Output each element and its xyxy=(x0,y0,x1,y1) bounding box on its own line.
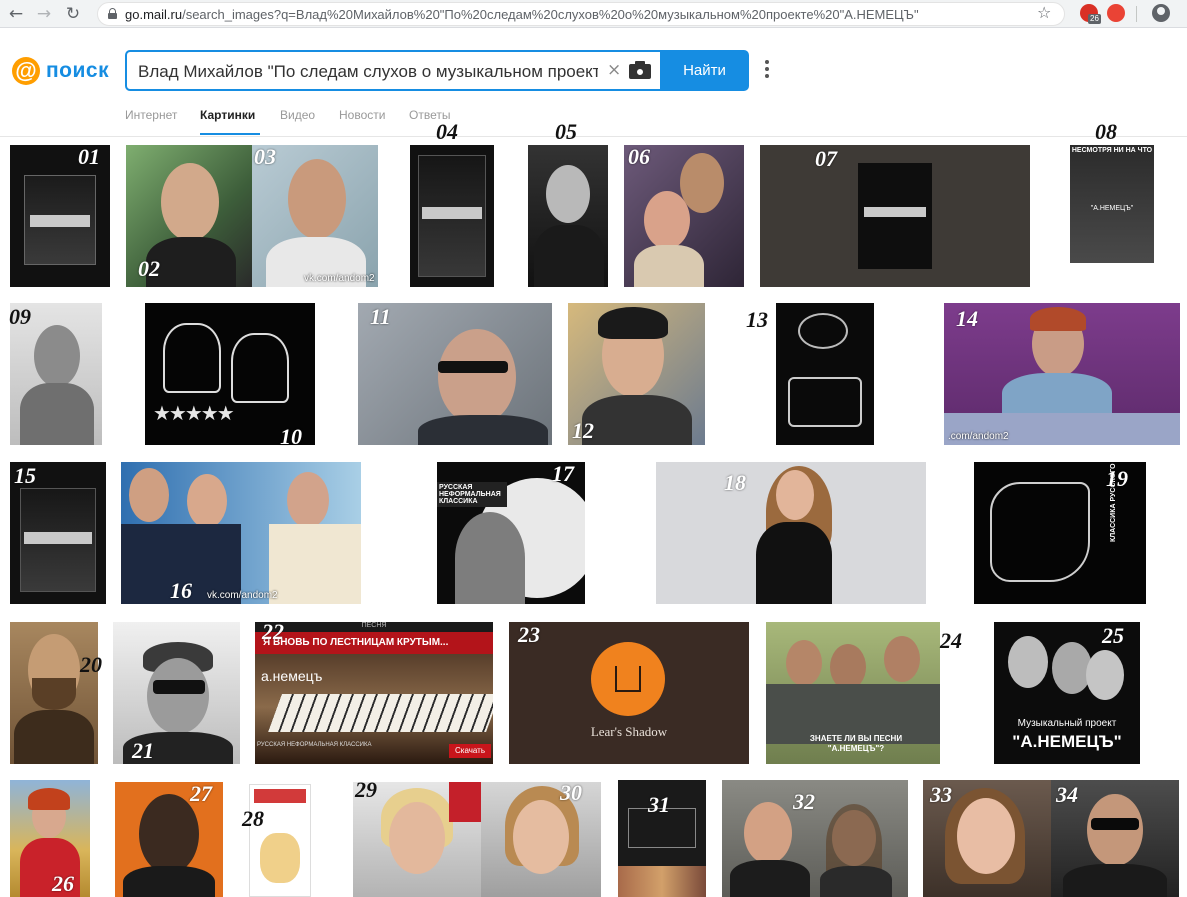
result-bottom-label: РУССКАЯ НЕФОРМАЛЬНАЯ КЛАССИКА xyxy=(257,742,372,748)
result-number: 28 xyxy=(242,806,264,831)
result-number: 32 xyxy=(793,789,815,814)
result-image-14[interactable]: .com/andom2 xyxy=(944,303,1180,445)
result-number: 03 xyxy=(254,144,276,169)
result-number: 26 xyxy=(52,871,74,896)
result-image-13[interactable] xyxy=(776,303,874,445)
result-top-label: ПЕСНЯ xyxy=(255,622,493,632)
result-image-24[interactable]: ЗНАЕТЕ ЛИ ВЫ ПЕСНИ "А.НЕМЕЦЪ"? xyxy=(766,622,940,764)
search-box: Влад Михайлов "По следам слухов о музыка… xyxy=(125,50,749,91)
result-image-07[interactable] xyxy=(760,145,1030,287)
logo-at-icon: @ xyxy=(12,57,40,85)
url-host: go.mail.ru xyxy=(125,7,183,22)
result-caption: Я ВНОВЬ ПО ЛЕСТНИЦАМ КРУТЫМ... xyxy=(255,632,493,654)
result-caption: Lear's Shadow xyxy=(590,724,668,739)
result-image-30[interactable] xyxy=(481,782,601,897)
result-caption: Музыкальный проект xyxy=(1017,718,1117,729)
result-image-04[interactable] xyxy=(410,145,494,287)
result-number: 06 xyxy=(628,144,650,169)
result-number: 33 xyxy=(930,782,952,807)
result-number: 29 xyxy=(355,777,377,802)
tab-images[interactable]: Картинки xyxy=(200,108,255,122)
lock-icon xyxy=(108,8,117,19)
result-subcaption: "А.НЕМЕЦЪ" xyxy=(1012,732,1122,751)
result-caption: ЗНАЕТЕ ЛИ ВЫ ПЕСНИ "А.НЕМЕЦЪ"? xyxy=(809,734,903,753)
result-caption: НЕСМОТРЯ НИ НА ЧТО xyxy=(1071,147,1153,154)
address-bar[interactable]: go.mail.ru/search_images?q=Влад%20Михайл… xyxy=(97,2,1065,26)
back-icon[interactable]: ← xyxy=(5,3,27,25)
watermark: vk.com/andom2 xyxy=(207,590,278,601)
search-input[interactable]: Влад Михайлов "По следам слухов о музыка… xyxy=(138,62,598,82)
bookmark-star-icon[interactable]: ☆ xyxy=(1037,3,1051,22)
result-image-16[interactable]: vk.com/andom2 xyxy=(121,462,361,604)
header-divider xyxy=(0,136,1187,137)
result-image-32[interactable] xyxy=(722,780,908,897)
camera-icon[interactable] xyxy=(629,61,651,79)
result-number: 12 xyxy=(572,418,594,443)
result-number: 08 xyxy=(1095,119,1117,144)
result-number: 23 xyxy=(518,622,540,647)
result-image-20[interactable] xyxy=(10,622,98,764)
yandex-extension-icon[interactable] xyxy=(1107,4,1125,22)
watermark: .com/andom2 xyxy=(948,431,1009,442)
result-number: 19 xyxy=(1106,466,1128,491)
tab-video[interactable]: Видео xyxy=(280,108,315,122)
result-number: 01 xyxy=(78,144,100,169)
result-subcaption: а.немецъ xyxy=(261,668,323,684)
active-tab-indicator xyxy=(200,133,260,135)
tab-news[interactable]: Новости xyxy=(339,108,385,122)
result-number: 11 xyxy=(370,304,391,329)
result-number: 07 xyxy=(815,146,837,171)
result-number: 05 xyxy=(555,119,577,144)
result-number: 13 xyxy=(746,307,768,332)
url-path: /search_images?q=Влад%20Михайлов%20"По%2… xyxy=(182,7,919,22)
result-subcaption: "А.НЕМЕЦЪ" xyxy=(1090,205,1134,212)
clear-icon[interactable]: × xyxy=(607,60,621,80)
logo-text: поиск xyxy=(46,59,110,82)
watermark: vk.com/andom2 xyxy=(304,273,375,284)
search-button[interactable]: Найти xyxy=(660,50,749,91)
result-number: 31 xyxy=(648,792,670,817)
result-number: 25 xyxy=(1102,623,1124,648)
result-number: 04 xyxy=(436,119,458,144)
browser-toolbar: ← → ↻ go.mail.ru/search_images?q=Влад%20… xyxy=(0,0,1187,28)
extension-badge: 26 xyxy=(1088,14,1101,24)
result-caption: РУССКАЯ НЕФОРМАЛЬНАЯ КЛАССИКА xyxy=(437,482,507,507)
result-image-22[interactable]: ПЕСНЯ Я ВНОВЬ ПО ЛЕСТНИЦАМ КРУТЫМ... а.н… xyxy=(255,622,493,764)
result-number: 10 xyxy=(280,424,302,449)
result-caption: КЛАССИКА РУССКОГО ШАНСОНА xyxy=(1110,462,1117,542)
result-number: 27 xyxy=(190,781,212,806)
url-text: go.mail.ru/search_images?q=Влад%20Михайл… xyxy=(125,7,1025,22)
result-number: 21 xyxy=(132,738,154,763)
toolbar-divider xyxy=(1136,6,1137,22)
download-button[interactable]: Скачать xyxy=(449,744,491,758)
result-number: 16 xyxy=(170,578,192,603)
result-number: 18 xyxy=(724,470,746,495)
result-number: 14 xyxy=(956,306,978,331)
result-number: 34 xyxy=(1056,782,1078,807)
more-options-icon[interactable] xyxy=(764,58,770,82)
result-image-08[interactable]: НЕСМОТРЯ НИ НА ЧТО "А.НЕМЕЦЪ" xyxy=(1068,145,1156,287)
result-number: 02 xyxy=(138,256,160,281)
result-number: 30 xyxy=(560,780,582,805)
account-icon[interactable] xyxy=(1152,4,1170,22)
reload-icon[interactable]: ↻ xyxy=(62,3,84,25)
result-number: 24 xyxy=(940,628,962,653)
result-image-28[interactable] xyxy=(249,784,311,897)
result-number: 17 xyxy=(552,461,574,486)
result-number: 20 xyxy=(80,652,102,677)
result-image-26[interactable] xyxy=(10,780,90,897)
tab-internet[interactable]: Интернет xyxy=(125,108,177,122)
result-number: 09 xyxy=(9,304,31,329)
forward-icon[interactable]: → xyxy=(33,3,55,25)
logo[interactable]: @ поиск xyxy=(12,57,109,85)
result-number: 22 xyxy=(262,619,284,644)
result-image-05[interactable] xyxy=(528,145,608,287)
result-image-18[interactable] xyxy=(656,462,926,604)
result-image-23[interactable]: Lear's Shadow xyxy=(509,622,749,764)
result-number: 15 xyxy=(14,463,36,488)
